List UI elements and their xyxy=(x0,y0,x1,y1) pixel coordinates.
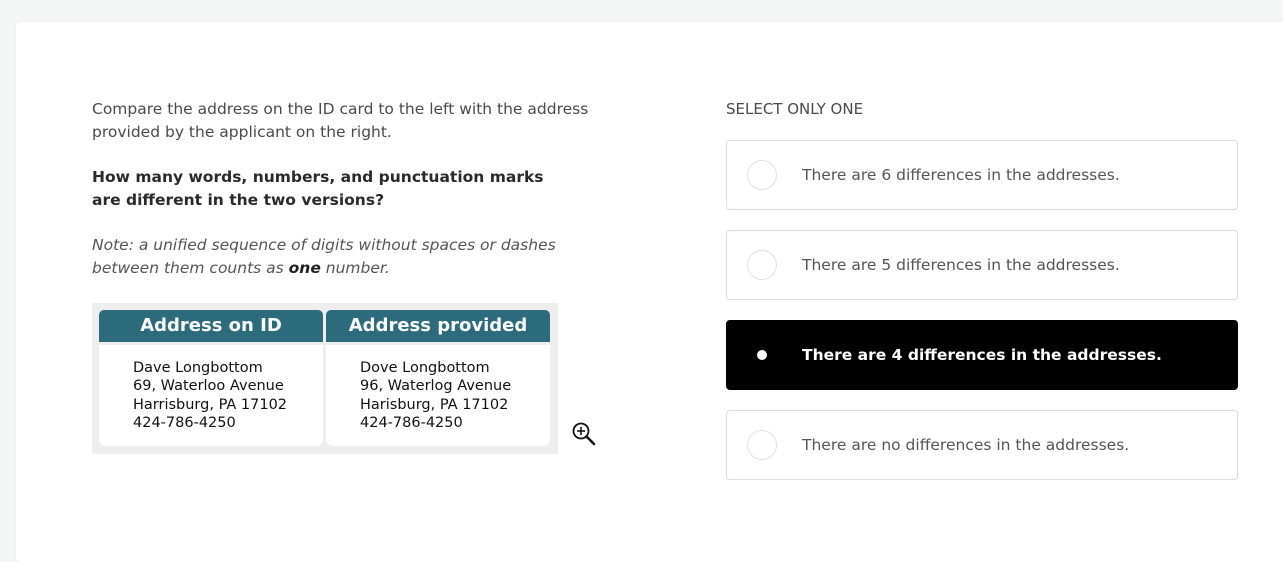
id-name: Dave Longbottom xyxy=(133,360,263,376)
answer-panel: SELECT ONLY ONE There are 6 differences … xyxy=(726,98,1240,480)
note-after: number. xyxy=(320,259,390,277)
answer-option-6[interactable]: There are 6 differences in the addresses… xyxy=(726,140,1238,210)
address-on-id-cell: Dave Longbottom 69, Waterloo Avenue Harr… xyxy=(99,345,323,446)
provided-city: Harisburg, PA 17102 xyxy=(360,396,509,413)
answer-option-label: There are 5 differences in the addresses… xyxy=(802,256,1120,274)
instructions-panel: Compare the address on the ID card to th… xyxy=(92,98,622,280)
provided-phone: 424-786-4250 xyxy=(360,414,463,431)
answer-option-label: There are no differences in the addresse… xyxy=(802,436,1130,454)
note-emphasis: one xyxy=(288,259,321,277)
radio-button[interactable] xyxy=(747,250,777,280)
zoom-in-icon[interactable] xyxy=(571,421,597,447)
select-only-one-label: SELECT ONLY ONE xyxy=(726,100,864,118)
instructions-intro: Compare the address on the ID card to th… xyxy=(92,100,589,141)
answer-option-5[interactable]: There are 5 differences in the addresses… xyxy=(726,230,1238,300)
radio-button-selected[interactable] xyxy=(747,340,777,370)
answer-option-label: There are 4 differences in the addresses… xyxy=(802,346,1162,364)
answer-option-4[interactable]: There are 4 differences in the addresses… xyxy=(726,320,1238,390)
question-card: Compare the address on the ID card to th… xyxy=(16,22,1283,562)
address-comparison-image: Address on ID Address provided Dave Long… xyxy=(92,303,558,454)
address-provided-cell: Dove Longbottom 96, Waterlog Avenue Hari… xyxy=(326,345,550,446)
answer-option-label: There are 6 differences in the addresses… xyxy=(802,166,1120,184)
id-street: 69, Waterloo Avenue xyxy=(133,378,284,395)
radio-button[interactable] xyxy=(747,160,777,190)
radio-button[interactable] xyxy=(747,430,777,460)
address-provided-header: Address provided xyxy=(326,310,550,342)
provided-name: Dove Longbottom xyxy=(360,360,490,376)
answer-option-none[interactable]: There are no differences in the addresse… xyxy=(726,410,1238,480)
note-text: Note: a unified sequence of digits witho… xyxy=(92,234,622,280)
address-on-id-header: Address on ID xyxy=(99,310,323,342)
id-city: Harrisburg, PA 17102 xyxy=(133,396,288,413)
question-text: How many words, numbers, and punctuation… xyxy=(92,168,544,209)
provided-street: 96, Waterlog Avenue xyxy=(360,378,512,395)
id-phone: 424-786-4250 xyxy=(133,414,236,431)
